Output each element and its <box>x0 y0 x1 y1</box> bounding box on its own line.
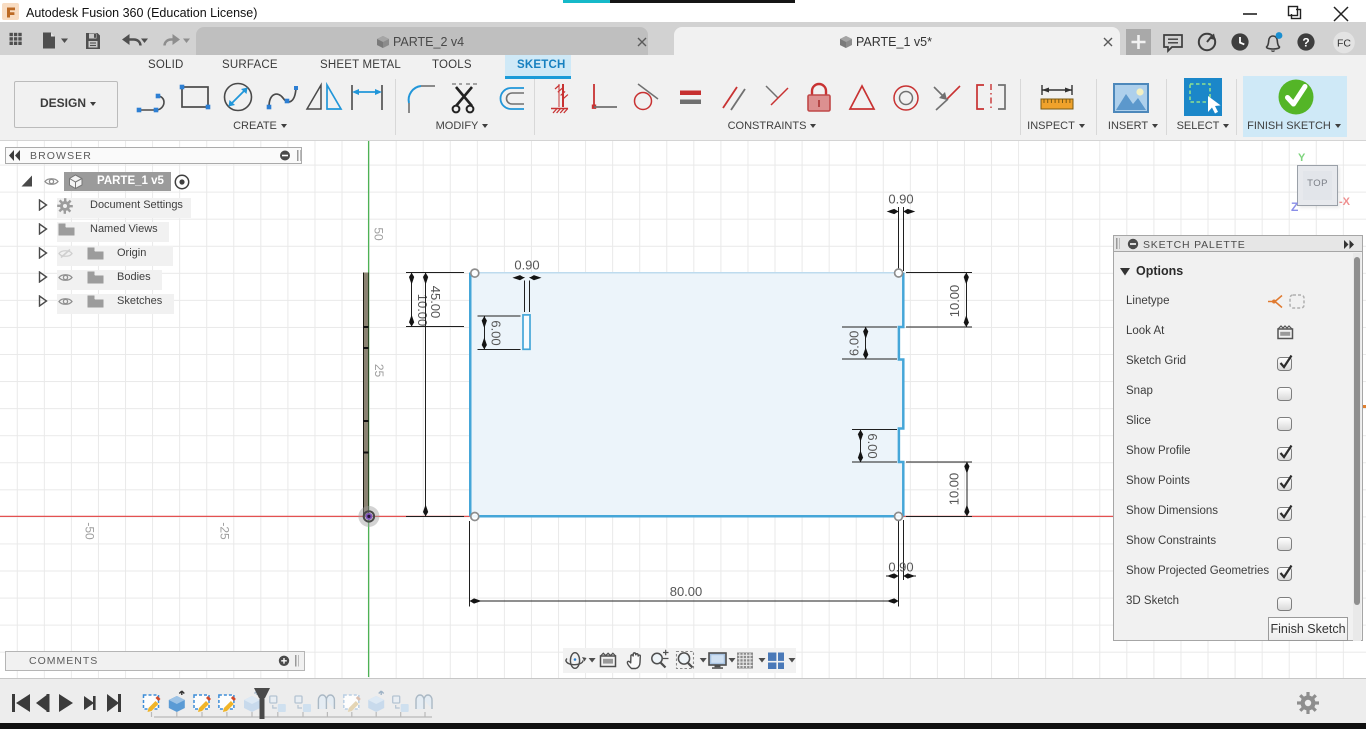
svg-text:6.00: 6.00 <box>488 320 503 345</box>
svg-text:45.00: 45.00 <box>428 286 443 319</box>
svg-text:0.90: 0.90 <box>888 560 913 575</box>
svg-text:50: 50 <box>372 227 386 241</box>
svg-text:0.90: 0.90 <box>514 258 539 273</box>
svg-text:-50: -50 <box>83 522 97 540</box>
svg-text:-25: -25 <box>217 522 231 540</box>
svg-text:80.00: 80.00 <box>670 584 703 599</box>
svg-text:10.00: 10.00 <box>415 294 430 327</box>
svg-text:6.00: 6.00 <box>846 331 861 356</box>
svg-text:25: 25 <box>372 364 386 378</box>
svg-text:0.90: 0.90 <box>888 192 913 207</box>
svg-text:10.00: 10.00 <box>947 473 962 506</box>
svg-text:10.00: 10.00 <box>947 285 962 318</box>
svg-text:6.00: 6.00 <box>865 433 880 458</box>
